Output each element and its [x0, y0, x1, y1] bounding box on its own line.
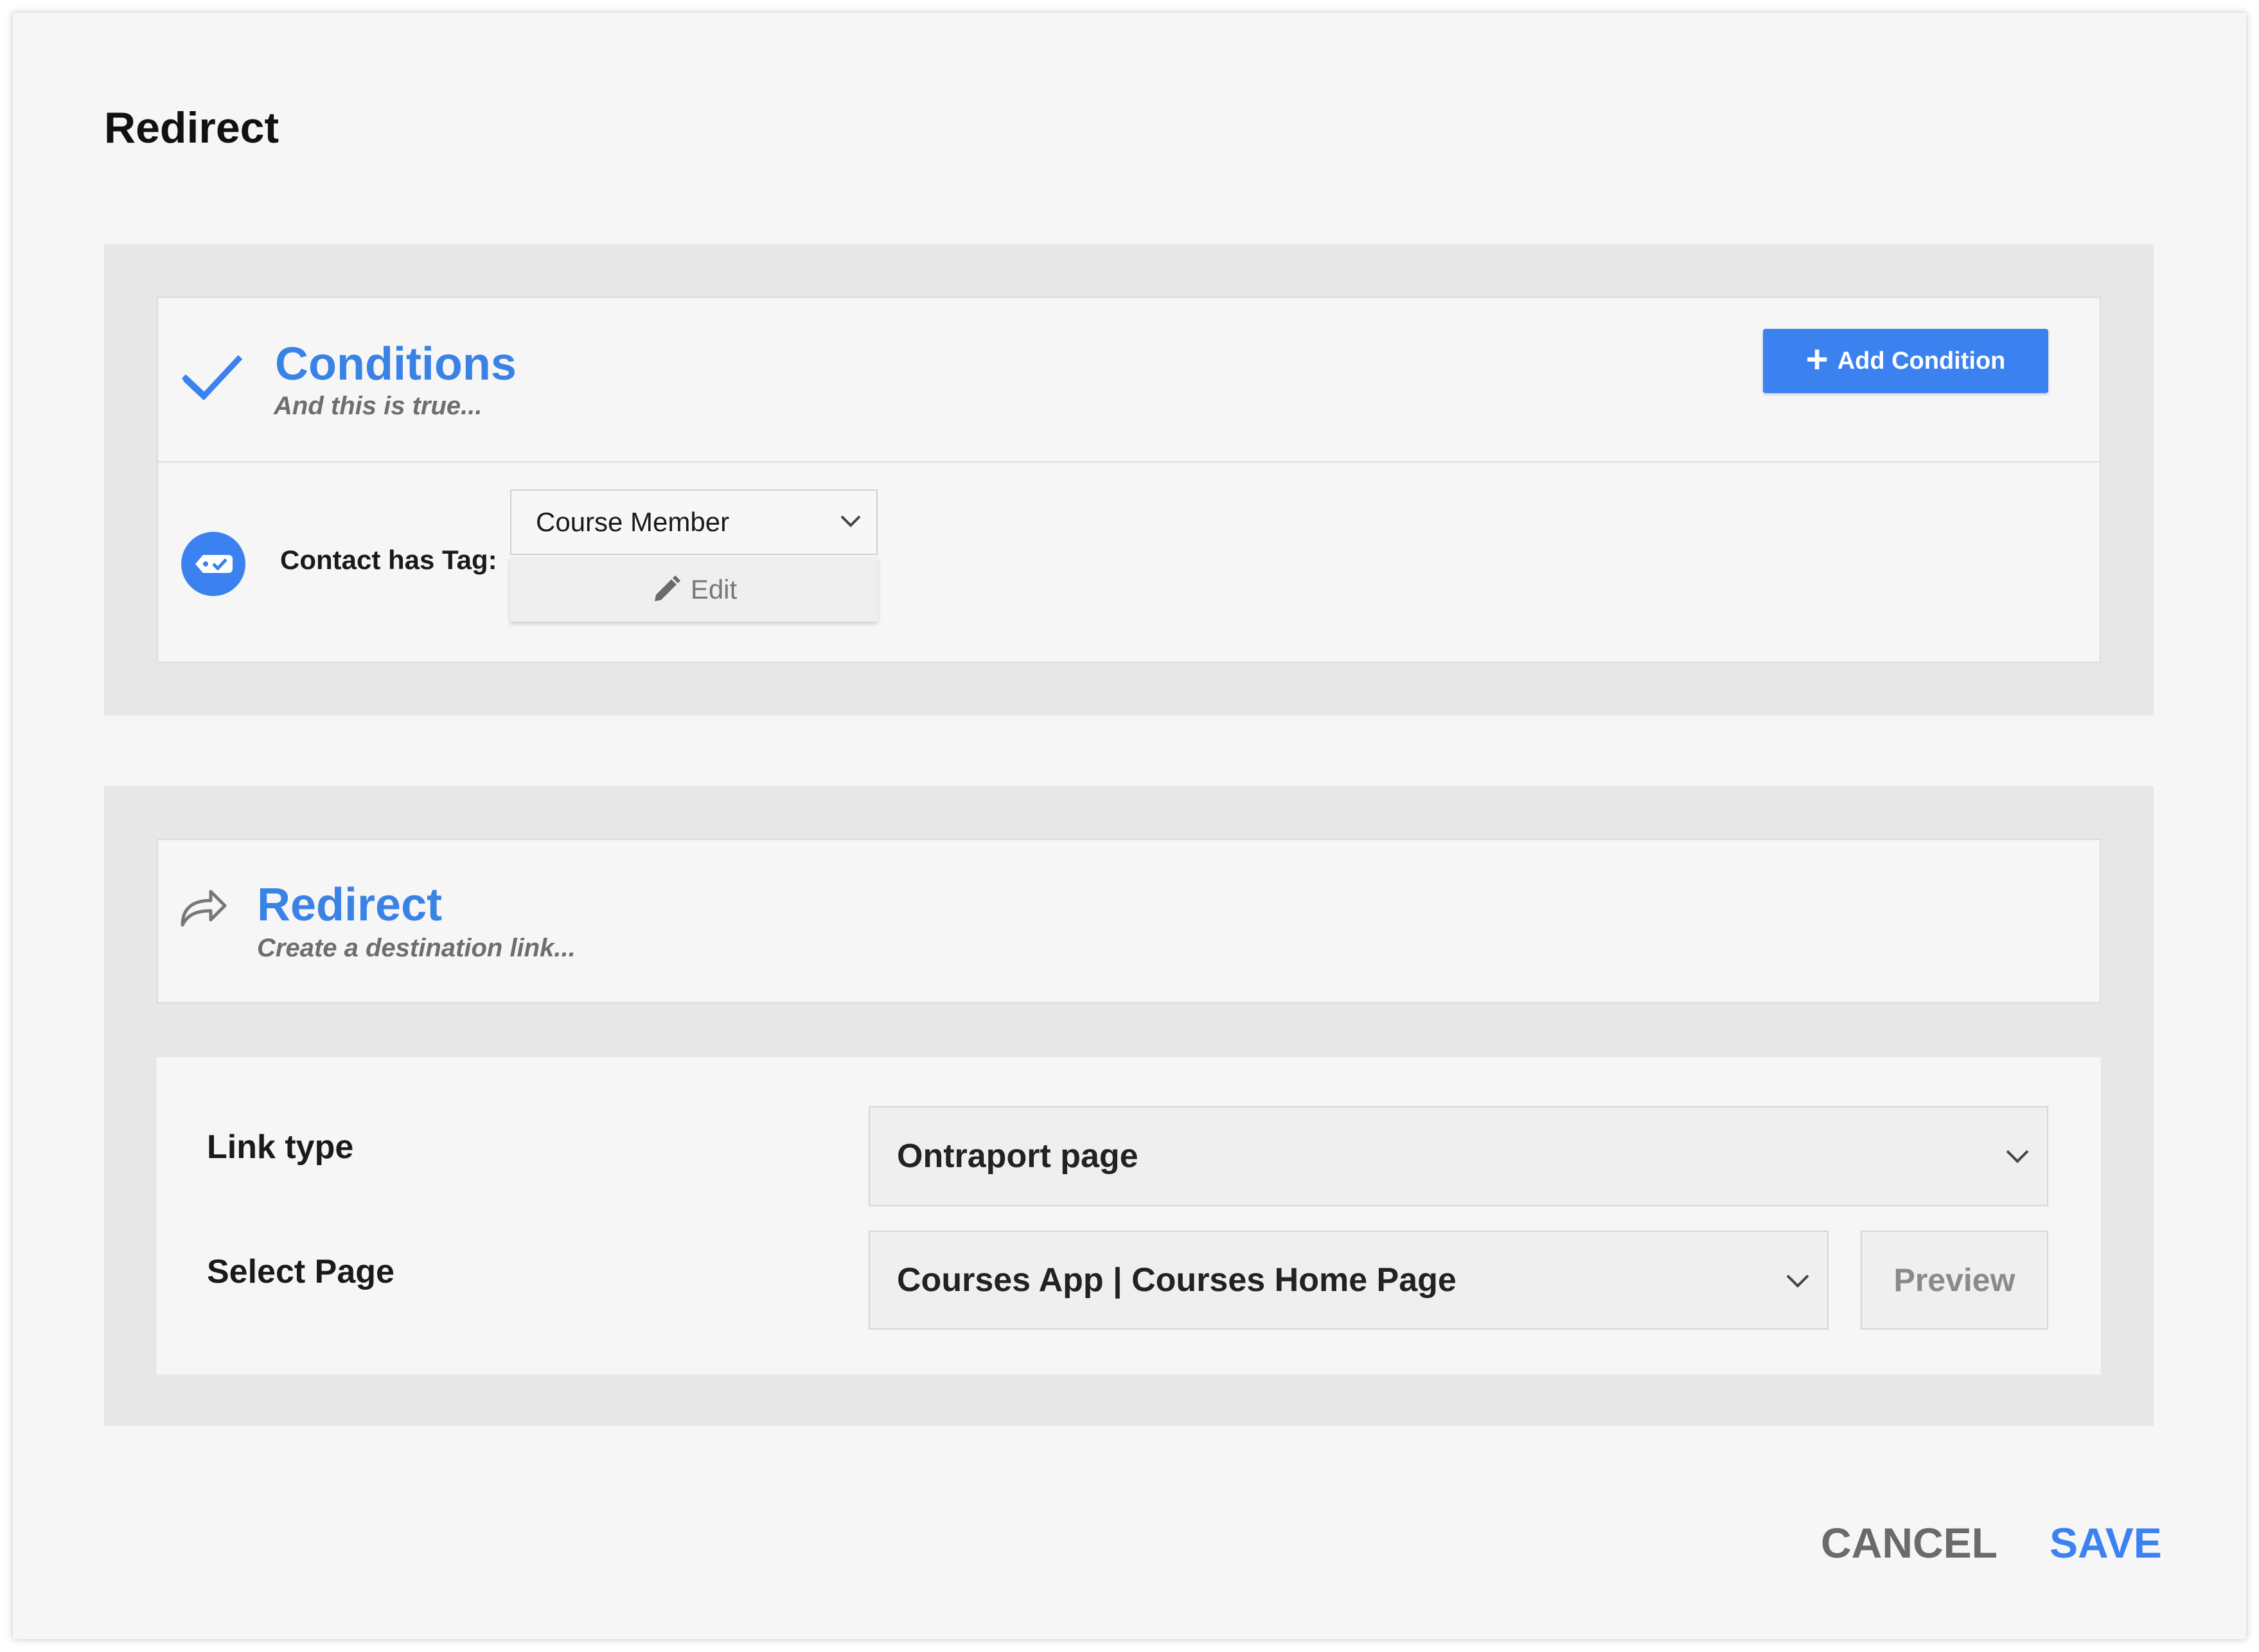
- conditions-header: Conditions And this is true... + Add Con…: [158, 298, 2100, 462]
- plus-icon: +: [1805, 338, 1829, 381]
- save-button[interactable]: SAVE: [2050, 1518, 2162, 1567]
- redirect-modal: Redirect Conditions And this is true... …: [13, 13, 2246, 1639]
- redirect-header-card: Redirect Create a destination link...: [157, 839, 2101, 1003]
- link-settings-card: Link type Ontraport page Select Page Cou…: [157, 1057, 2101, 1375]
- modal-title: Redirect: [104, 103, 279, 152]
- link-type-value: Ontraport page: [897, 1138, 1138, 1175]
- edit-tag-button[interactable]: Edit: [510, 558, 878, 622]
- redirect-subtitle: Create a destination link...: [257, 934, 576, 962]
- chevron-down-icon: [1786, 1274, 1809, 1288]
- condition-label: Contact has Tag:: [280, 545, 497, 575]
- redirect-panel: Redirect Create a destination link... Li…: [104, 786, 2154, 1426]
- add-condition-button[interactable]: + Add Condition: [1763, 329, 2048, 393]
- conditions-panel: Conditions And this is true... + Add Con…: [104, 244, 2154, 716]
- add-condition-label: Add Condition: [1837, 347, 2006, 374]
- link-type-select[interactable]: Ontraport page: [869, 1106, 2048, 1206]
- cancel-button[interactable]: CANCEL: [1821, 1518, 1998, 1567]
- edit-label: Edit: [690, 574, 738, 604]
- select-page-dropdown[interactable]: Courses App | Courses Home Page: [869, 1231, 1829, 1330]
- chevron-down-icon: [840, 515, 861, 527]
- tag-check-icon: [181, 532, 245, 596]
- conditions-card: Conditions And this is true... + Add Con…: [157, 297, 2101, 663]
- preview-button[interactable]: Preview: [1861, 1231, 2048, 1330]
- conditions-subtitle: And this is true...: [274, 392, 483, 420]
- redirect-arrow-icon: [181, 890, 227, 927]
- link-type-label: Link type: [207, 1129, 354, 1166]
- select-page-value: Courses App | Courses Home Page: [897, 1261, 1457, 1299]
- tag-select[interactable]: Course Member: [510, 489, 878, 555]
- conditions-title: Conditions: [275, 338, 517, 390]
- condition-row: Contact has Tag: Course Member Edit: [158, 462, 2100, 663]
- tag-select-value: Course Member: [536, 507, 730, 537]
- redirect-title: Redirect: [257, 879, 443, 931]
- chevron-down-icon: [2006, 1150, 2029, 1163]
- select-page-label: Select Page: [207, 1253, 394, 1290]
- pencil-icon: [654, 576, 680, 601]
- check-icon: [181, 355, 243, 401]
